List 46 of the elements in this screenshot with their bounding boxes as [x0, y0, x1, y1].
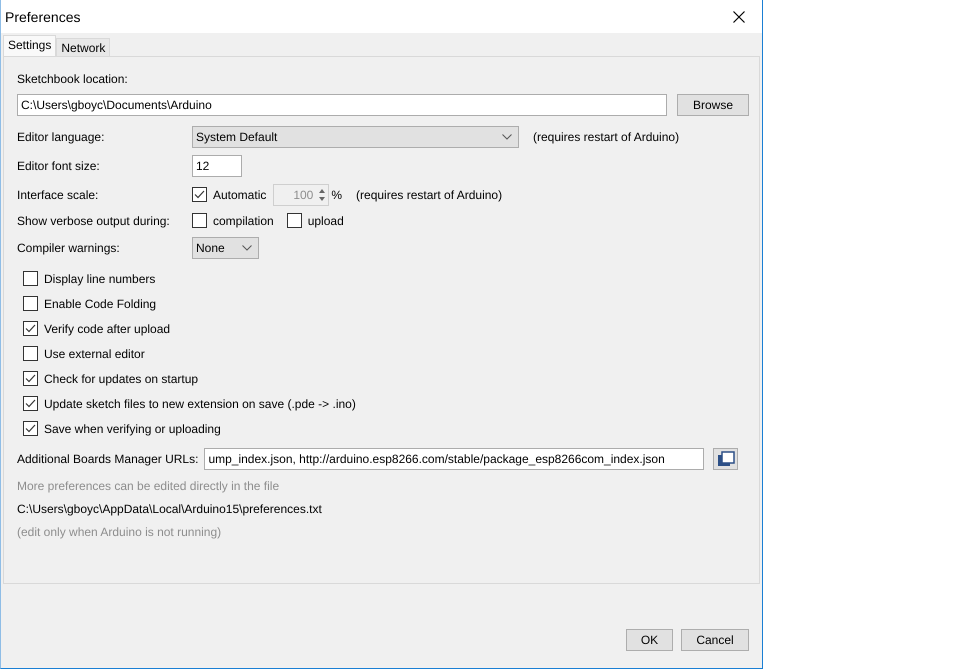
checkbox[interactable]: [23, 396, 38, 411]
window-icon[interactable]: [713, 448, 738, 470]
checkbox-label: Check for updates on startup: [44, 372, 198, 386]
field-label: Sketchbook location:: [17, 72, 128, 86]
checkbox-label: Update sketch files to new extension on save (.pde -> .ino): [44, 396, 356, 410]
checkbox[interactable]: [23, 371, 38, 386]
checkbox-label: Save when verifying or uploading: [44, 422, 221, 436]
field-label: Editor font size:: [17, 158, 101, 172]
browse-button[interactable]: Browse: [677, 94, 749, 116]
window-title: Preferences: [5, 8, 80, 24]
caret-icon: [242, 244, 252, 250]
percent-label: %: [331, 188, 342, 202]
checkbox-label: Use external editor: [44, 346, 145, 360]
info-text: (edit only when Arduino is not running): [17, 524, 222, 538]
language-dropdown[interactable]: System Default: [192, 126, 519, 148]
checkbox-label: Verify code after upload: [44, 322, 170, 336]
field-label: Interface scale:: [17, 188, 100, 202]
urls-field[interactable]: ump_index.json, http://arduino.esp8266.com/stable/package_esp8266com_index.json: [204, 448, 704, 470]
warnings-dropdown[interactable]: None: [192, 236, 259, 258]
field-label: Show verbose output during:: [17, 214, 171, 228]
checkbox-label: Enable Code Folding: [44, 296, 156, 310]
checkbox[interactable]: [23, 271, 38, 286]
field-label: Additional Boards Manager URLs:: [17, 452, 198, 466]
checkbox[interactable]: [286, 213, 302, 228]
checkbox[interactable]: [23, 346, 38, 361]
file-path: C:\Users\gboyc\AppData\Local\Arduino15\preferences.txt: [17, 502, 322, 516]
checkbox[interactable]: [23, 296, 38, 311]
font-size-field[interactable]: 12: [192, 154, 242, 176]
restart-note: (requires restart of Arduino): [356, 188, 502, 202]
checkbox-label: Automatic: [213, 188, 266, 202]
cancel-button[interactable]: Cancel: [681, 629, 749, 651]
info-text: More preferences can be edited directly in the file: [17, 478, 280, 492]
tab[interactable]: Network: [56, 38, 110, 56]
ok-button[interactable]: OK: [626, 629, 673, 651]
caret-icon: [502, 134, 512, 140]
sketchbook-field[interactable]: C:\Users\gboyc\Documents\Arduino: [17, 94, 667, 116]
checkbox[interactable]: [23, 421, 38, 436]
checkbox[interactable]: [23, 321, 38, 336]
tab[interactable]: Settings: [3, 35, 56, 56]
field-label: Editor language:: [17, 130, 106, 144]
restart-note: (requires restart of Arduino): [533, 130, 680, 144]
checkbox-label: upload: [308, 214, 344, 228]
checkbox-label: compilation: [213, 214, 274, 228]
field-label: Compiler warnings:: [17, 240, 121, 254]
checkbox[interactable]: [192, 213, 207, 228]
checkbox-label: Display line numbers: [44, 272, 156, 286]
